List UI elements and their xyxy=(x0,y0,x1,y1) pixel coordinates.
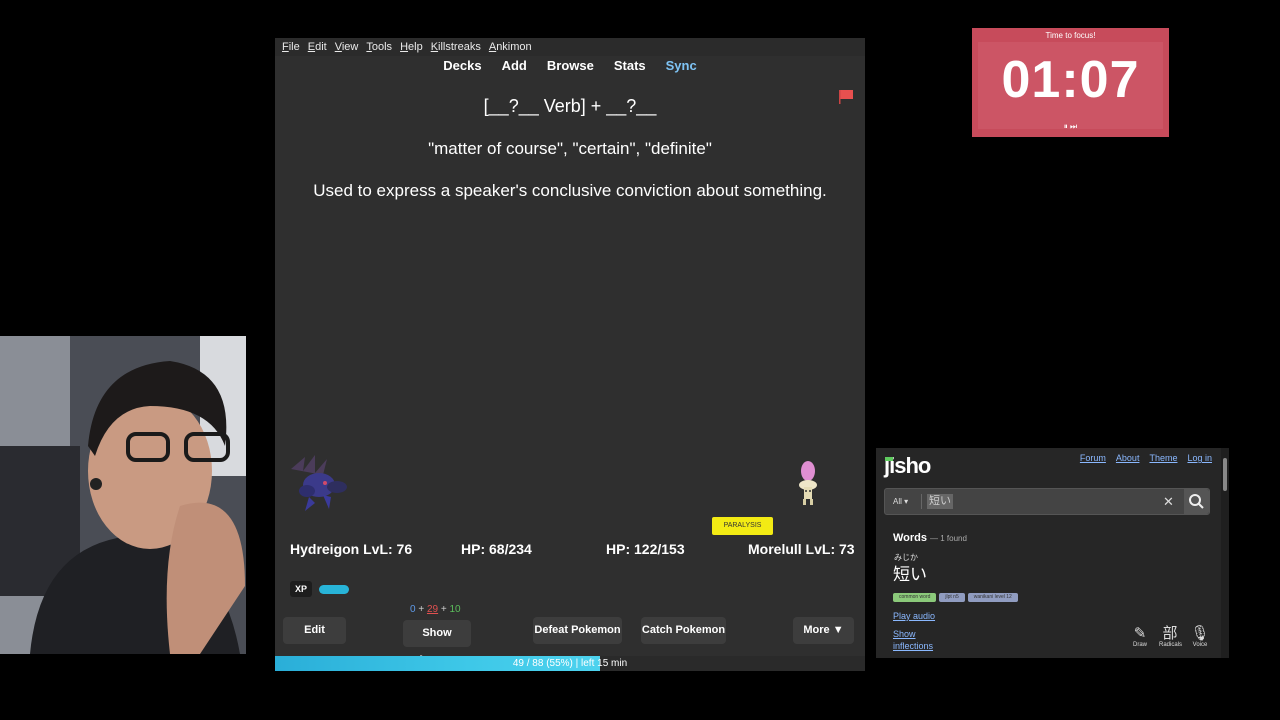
webcam-feed xyxy=(0,336,246,654)
edit-button[interactable]: Edit xyxy=(283,617,346,644)
search-divider xyxy=(921,494,922,509)
enemy-name-level: Morelull LvL: 73 xyxy=(748,541,855,557)
enemy-hp: HP: 122/153 xyxy=(606,541,685,557)
morelull-sprite xyxy=(799,461,817,505)
count-review: 10 xyxy=(449,604,461,615)
clear-icon[interactable]: ✕ xyxy=(1163,489,1174,514)
draw-tool[interactable]: ✎ Draw xyxy=(1129,625,1151,648)
card-pattern: [__?__ Verb] + __?__ xyxy=(483,96,657,116)
more-button[interactable]: More ▼ xyxy=(793,617,854,644)
menu-view[interactable]: View xyxy=(335,38,359,56)
toolbar-browse[interactable]: Browse xyxy=(537,58,604,78)
search-input[interactable]: 短い xyxy=(927,494,953,509)
nav-theme[interactable]: Theme xyxy=(1149,453,1177,463)
anki-window: File Edit View Tools Help Killstreaks An… xyxy=(275,38,865,671)
jisho-nav: Forum About Theme Log in xyxy=(1080,453,1212,463)
timer-title: Time to focus! xyxy=(1045,31,1096,40)
tag-common-word: common word xyxy=(893,593,937,602)
input-tools: ✎ Draw 部 Radicals 🎙 Voice xyxy=(1129,625,1211,648)
menu-edit[interactable]: Edit xyxy=(308,38,327,56)
card-counts: 0 + 29 + 10 xyxy=(410,604,461,615)
results-heading: Words — 1 found xyxy=(893,532,967,544)
nav-forum[interactable]: Forum xyxy=(1080,453,1106,463)
progress-text: 49 / 88 (55%) | left 15 min xyxy=(512,658,628,669)
tag-wanikani: wanikani level 12 xyxy=(967,593,1018,602)
scrollbar-thumb[interactable] xyxy=(1223,458,1227,491)
search-filter-select[interactable]: All ▾ xyxy=(893,489,908,514)
xp-label: XP xyxy=(290,581,312,597)
microphone-icon: 🎙 xyxy=(1190,625,1210,642)
draw-icon: ✎ xyxy=(1133,625,1147,642)
results-heading-text: Words xyxy=(893,532,928,544)
menu-ankimon[interactable]: Ankimon xyxy=(489,38,532,56)
show-answer-button[interactable]: Show Answer xyxy=(403,620,471,666)
entry-word: 短い xyxy=(893,565,927,584)
focus-timer: Time to focus! 01:07 ⏸ ⏭ xyxy=(972,28,1169,137)
menu-file[interactable]: File xyxy=(282,38,300,56)
player-name-level: Hydreigon LvL: 76 xyxy=(290,541,413,557)
menu-bar: File Edit View Tools Help Killstreaks An… xyxy=(275,38,865,56)
toolbar-stats[interactable]: Stats xyxy=(604,58,656,78)
menu-tools[interactable]: Tools xyxy=(366,38,392,56)
count-plus-2: + xyxy=(440,604,447,615)
jisho-logo[interactable]: jisho xyxy=(884,453,931,479)
show-inflections-link-2[interactable]: inflections xyxy=(893,641,933,651)
review-progress-bar: 49 / 88 (55%) | left 15 min xyxy=(275,656,865,671)
menu-help[interactable]: Help xyxy=(400,38,423,56)
toolbar-sync[interactable]: Sync xyxy=(656,58,707,78)
hydreigon-sprite xyxy=(291,455,347,511)
radicals-tool[interactable]: 部 Radicals xyxy=(1159,625,1183,648)
main-toolbar: Decks Add Browse Stats Sync xyxy=(275,58,865,78)
play-audio-link[interactable]: Play audio xyxy=(893,611,935,621)
toolbar-decks[interactable]: Decks xyxy=(433,58,491,78)
timer-controls[interactable]: ⏸ ⏭ xyxy=(972,122,1169,132)
player-hp: HP: 68/234 xyxy=(461,541,532,557)
tag-jlpt: jlpt n5 xyxy=(939,593,965,602)
nav-login[interactable]: Log in xyxy=(1187,453,1212,463)
radicals-icon: 部 xyxy=(1162,625,1178,642)
catch-pokemon-button[interactable]: Catch Pokemon xyxy=(641,617,726,644)
search-bar: All ▾ 短い ✕ xyxy=(884,488,1210,515)
jisho-scrollbar[interactable] xyxy=(1221,448,1229,658)
radicals-label: Radicals xyxy=(1159,642,1183,648)
voice-tool[interactable]: 🎙 Voice xyxy=(1189,625,1211,648)
card-usage: Used to express a speaker's conclusive c… xyxy=(313,181,827,200)
timer-time: 01:07 xyxy=(1001,51,1140,109)
menu-killstreaks[interactable]: Killstreaks xyxy=(431,38,481,56)
voice-label: Voice xyxy=(1192,642,1208,648)
nav-about[interactable]: About xyxy=(1116,453,1140,463)
status-badge: PARALYSIS xyxy=(712,517,773,535)
results-count: — 1 found xyxy=(930,534,967,543)
entry-tags: common word jlpt n5 wanikani level 12 xyxy=(893,593,1018,602)
show-inflections-link[interactable]: Show xyxy=(893,629,916,639)
card-meaning: "matter of course", "certain", "definite… xyxy=(428,139,712,158)
jisho-window: jisho Forum About Theme Log in All ▾ 短い … xyxy=(876,448,1229,658)
draw-label: Draw xyxy=(1132,642,1147,648)
count-new: 0 xyxy=(410,604,416,615)
flag-icon[interactable] xyxy=(838,89,854,105)
count-learn: 29 xyxy=(426,604,439,615)
defeat-pokemon-button[interactable]: Defeat Pokemon xyxy=(533,617,622,644)
toolbar-add[interactable]: Add xyxy=(492,58,537,78)
xp-bar xyxy=(319,585,349,594)
count-plus-1: + xyxy=(418,604,425,615)
search-icon[interactable] xyxy=(1184,489,1209,514)
